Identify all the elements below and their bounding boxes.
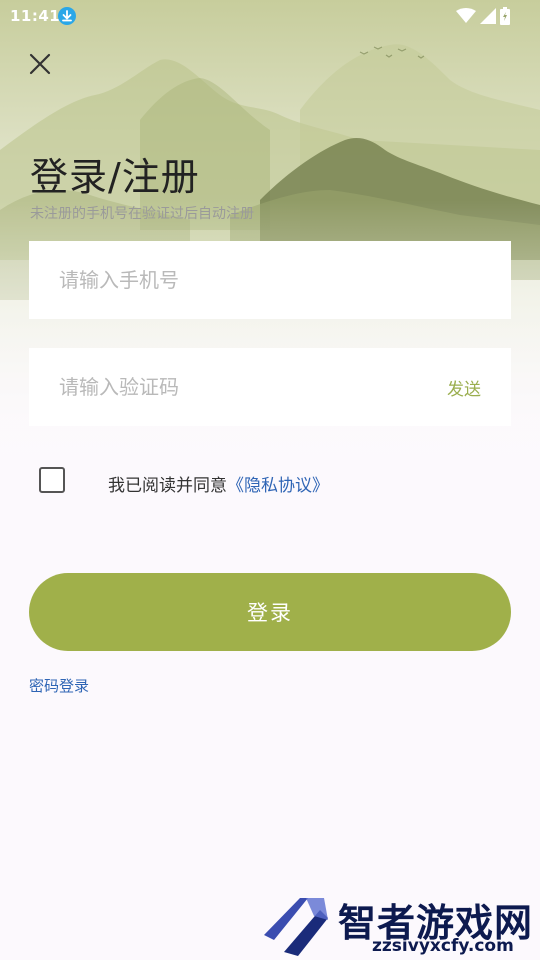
watermark-url: zzsivyxcfy.com: [372, 936, 514, 956]
status-icons: [456, 6, 510, 26]
status-time: 11:41: [10, 7, 61, 25]
download-icon: [58, 7, 76, 25]
agreement-text: 我已阅读并同意《隐私协议》: [108, 471, 329, 496]
wifi-icon: [456, 8, 476, 23]
page-subtitle: 未注册的手机号在验证过后自动注册: [30, 206, 254, 222]
agree-checkbox[interactable]: [39, 467, 65, 493]
signal-icon: [480, 8, 496, 24]
agreement-label: 我已阅读并同意: [108, 476, 227, 496]
privacy-policy-link[interactable]: 《隐私协议》: [227, 476, 329, 496]
agreement-row: 我已阅读并同意《隐私协议》: [39, 467, 519, 496]
phone-field-container: [29, 241, 511, 319]
close-icon: [29, 53, 51, 75]
status-bar: 11:41: [0, 0, 540, 32]
login-screen: 11:41 登录/注册 未注册的手机号在验证过后自动注册 请输入手机号 请输入验…: [0, 0, 540, 960]
code-field-container: 发送: [29, 348, 511, 426]
send-code-button[interactable]: 发送: [447, 375, 481, 400]
close-button[interactable]: [24, 48, 56, 80]
battery-icon: [500, 7, 510, 25]
page-title: 登录/注册: [30, 155, 200, 199]
login-button[interactable]: 登录: [29, 573, 511, 651]
verification-code-input[interactable]: [59, 348, 419, 426]
password-login-link[interactable]: 密码登录: [29, 675, 89, 696]
phone-input[interactable]: [59, 241, 419, 319]
